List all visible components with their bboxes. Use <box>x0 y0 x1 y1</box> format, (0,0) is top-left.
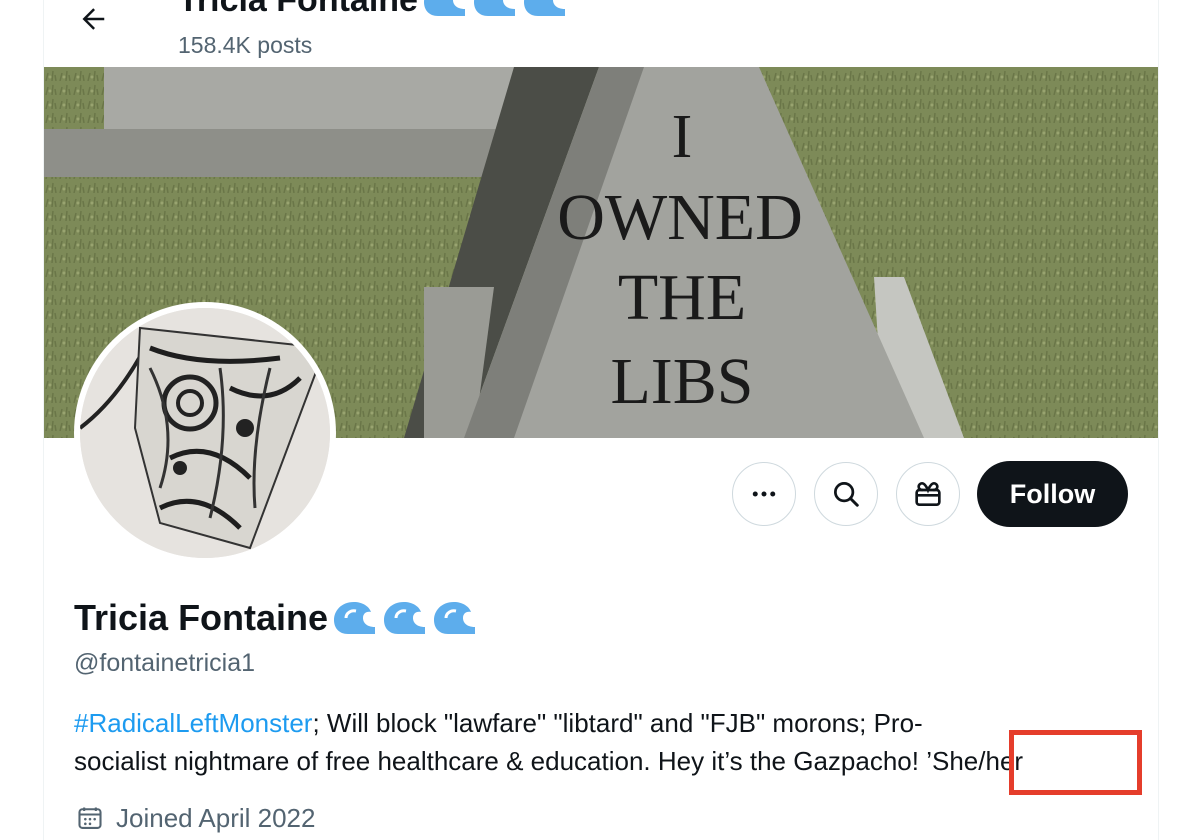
display-name: Tricia Fontaine <box>74 596 478 640</box>
banner-text-line1: I <box>672 103 693 171</box>
banner-text-line4: LIBS <box>610 345 753 418</box>
banner-text-line3: THE <box>618 261 746 334</box>
posts-count: 158.4K posts <box>178 32 313 58</box>
calendar-icon <box>78 807 102 829</box>
more-icon <box>752 491 776 497</box>
more-button[interactable] <box>732 462 796 526</box>
gift-icon <box>915 481 941 506</box>
bio-line1-text: ; Will block "lawfare" "libtard" and "FJ… <box>312 708 923 738</box>
wave-emoji-icon <box>423 0 465 16</box>
joined-text: Joined April 2022 <box>116 803 316 833</box>
gift-button[interactable] <box>896 462 960 526</box>
bio-line1: #RadicalLeftMonster; Will block "lawfare… <box>74 704 1144 742</box>
follow-button[interactable]: Follow <box>977 461 1128 527</box>
bio-line2-text: socialist nightmare of free healthcare &… <box>74 746 927 776</box>
wave-emoji-icon <box>434 602 476 634</box>
wave-emoji-icon <box>523 0 565 16</box>
arrow-left-icon <box>82 8 105 30</box>
banner-text-line2: OWNED <box>557 181 803 254</box>
joined-date: Joined April 2022 <box>76 800 315 836</box>
search-button[interactable] <box>814 462 878 526</box>
bio: #RadicalLeftMonster; Will block "lawfare… <box>74 704 1144 780</box>
header-title: Tricia Fontaine <box>178 0 568 20</box>
bio-line2: socialist nightmare of free healthcare &… <box>74 742 1144 780</box>
bio-hashtag-link[interactable]: #RadicalLeftMonster <box>74 708 312 738</box>
pronouns-highlight-box <box>1009 730 1142 795</box>
back-button[interactable] <box>66 0 120 46</box>
wave-emoji-icon <box>473 0 515 16</box>
search-icon <box>834 482 859 507</box>
wave-emoji-icon <box>334 602 376 634</box>
header-name: Tricia Fontaine <box>178 0 418 19</box>
wave-emoji-icon <box>384 602 426 634</box>
display-name-text: Tricia Fontaine <box>74 597 329 638</box>
handle: @fontainetricia1 <box>74 649 256 677</box>
avatar[interactable] <box>74 302 336 564</box>
